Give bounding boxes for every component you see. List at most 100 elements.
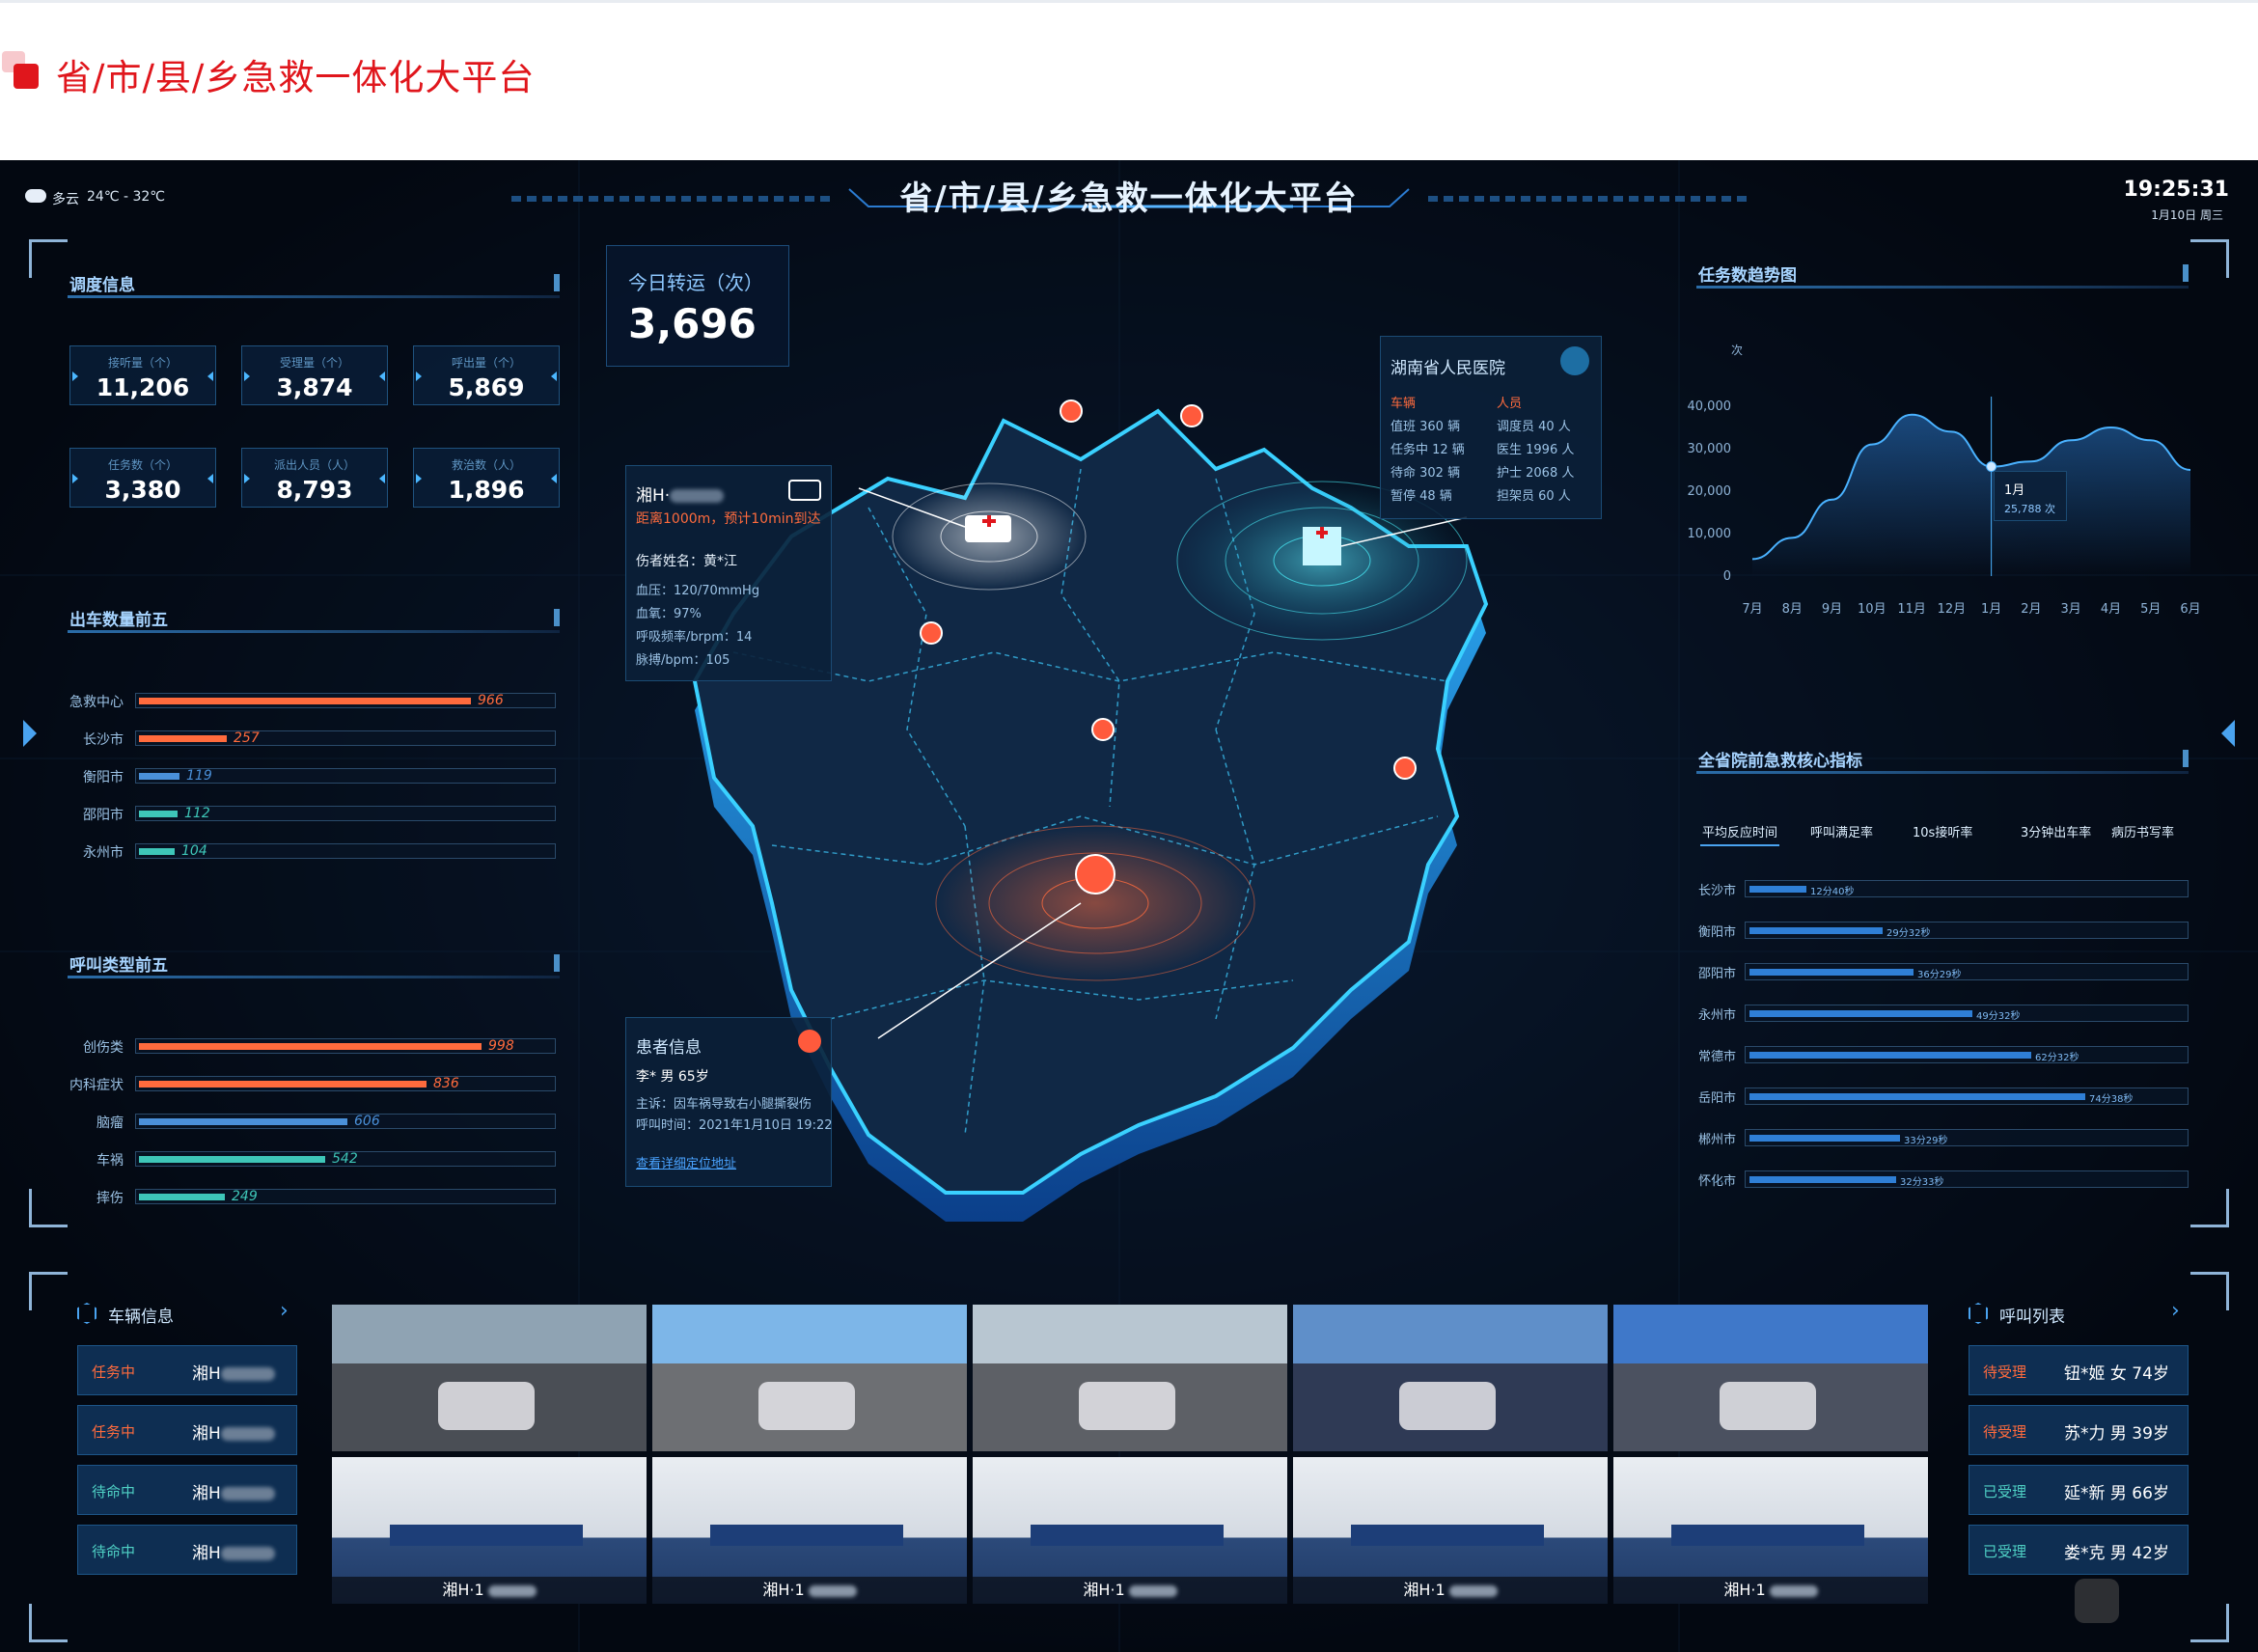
- hospital-staff-header: 人员: [1497, 397, 1523, 411]
- kpi-title: 全省院前急救核心指标: [1698, 752, 1862, 771]
- call-row[interactable]: 待受理 苏*力 男 39岁: [1969, 1405, 2189, 1455]
- bar-fill: [139, 773, 179, 780]
- kpi-title-cap: [2183, 750, 2189, 767]
- right-nav-arrow[interactable]: [2221, 720, 2235, 747]
- stretcher-bed: [1031, 1525, 1224, 1546]
- hospital-vehicle-line: 值班 360 辆: [1391, 420, 1461, 434]
- hospital-name: 湖南省人民医院: [1391, 359, 1505, 378]
- calls-more-chevron-icon[interactable]: ›: [2171, 1299, 2180, 1323]
- kpi-city: 常德市: [1698, 1050, 1737, 1064]
- stat-treated: 救治数（人） 1,896: [413, 448, 560, 508]
- vehicles-more-chevron-icon[interactable]: ›: [280, 1299, 289, 1323]
- ambulance-spo2: 血氧：97%: [636, 607, 702, 621]
- stat-label: 呼出量（个）: [451, 356, 521, 370]
- x-tick-label: 9月: [1822, 602, 1842, 617]
- kpi-fill: [1749, 927, 1883, 934]
- kpi-city: 邵阳市: [1698, 967, 1737, 981]
- kpi-tab[interactable]: 病历书写率: [2109, 818, 2176, 844]
- plate-blur: [220, 1487, 275, 1501]
- kpi-track: 12分40秒: [1745, 880, 2189, 897]
- kpi-value: 74分38秒: [2089, 1094, 2134, 1105]
- bar-value: 112: [184, 806, 210, 821]
- vehicle-plate-text: 湘H: [192, 1484, 221, 1503]
- kpi-value: 33分29秒: [1904, 1136, 1948, 1146]
- kpi-tab[interactable]: 10s接听率: [1911, 818, 1974, 844]
- today-transfer-label: 今日转运（次）: [628, 271, 763, 294]
- road-camera-feed[interactable]: [1293, 1305, 1608, 1451]
- ambulance-plate: 湘H·: [636, 482, 725, 506]
- tick-icon: [551, 372, 557, 381]
- vehicle-row[interactable]: 待命中 湘H: [77, 1465, 297, 1515]
- dispatch-title-cap: [554, 274, 560, 291]
- clock-date: 1月10日 周三: [2151, 208, 2223, 222]
- top-dispatch-title-cap: [554, 609, 560, 626]
- bar-label: 车祸: [96, 1153, 124, 1169]
- hospital-vehicle-line: 待命 302 辆: [1391, 466, 1461, 481]
- vehicle-silhouette: [438, 1382, 535, 1430]
- vehicle-row[interactable]: 任务中 湘H: [77, 1345, 297, 1395]
- kpi-tab[interactable]: 3分钟出车率: [2019, 818, 2093, 844]
- cabin-camera-feed[interactable]: 湘H·1: [652, 1457, 967, 1604]
- bar-value: 249: [232, 1189, 258, 1204]
- map-pin-icon: [920, 621, 943, 645]
- trend-tooltip-value: 25,788 次: [2004, 503, 2055, 515]
- kpi-value: 32分33秒: [1900, 1177, 1944, 1188]
- call-row[interactable]: 已受理 娄*克 男 42岁: [1969, 1525, 2189, 1575]
- road-camera-feed[interactable]: [652, 1305, 967, 1451]
- top-dispatch-title: 出车数量前五: [69, 611, 168, 630]
- road-camera-feed[interactable]: [973, 1305, 1287, 1451]
- y-tick-label: 10,000: [1688, 527, 1732, 541]
- cabin-camera-feed[interactable]: 湘H·1: [1293, 1457, 1608, 1604]
- x-tick-label: 10月: [1858, 602, 1886, 617]
- tick-icon: [72, 474, 78, 483]
- vehicle-plate: 湘H: [192, 1360, 275, 1384]
- kpi-more[interactable]: ……: [1708, 1171, 1731, 1185]
- kpi-tab[interactable]: 呼叫满足率: [1808, 818, 1875, 844]
- patient-pin-badge-icon: [798, 1030, 821, 1053]
- cabin-camera-feed[interactable]: 湘H·1: [1613, 1457, 1928, 1604]
- vehicle-status: 待命中: [92, 1543, 136, 1560]
- kpi-fill: [1749, 969, 1914, 976]
- bar-track: 257: [135, 730, 556, 746]
- video-plate-text: 湘H·1: [1723, 1581, 1766, 1599]
- kpi-tab[interactable]: 平均反应时间: [1700, 818, 1780, 846]
- vehicle-plate-text: 湘H: [192, 1364, 221, 1384]
- kpi-track: 33分29秒: [1745, 1129, 2189, 1146]
- call-row[interactable]: 待受理 钮*姬 女 74岁: [1969, 1345, 2189, 1395]
- hospital-badge-icon: [1560, 346, 1589, 375]
- kpi-fill: [1749, 1176, 1896, 1183]
- video-plate-label: 湘H·1: [332, 1577, 647, 1604]
- x-tick-label: 11月: [1897, 602, 1926, 617]
- floating-assist-icon[interactable]: [2075, 1579, 2119, 1623]
- bar-label: 急救中心: [69, 695, 124, 710]
- bar-value: 836: [433, 1076, 459, 1091]
- vehicle-plate: 湘H: [192, 1479, 275, 1503]
- road-camera-feed[interactable]: [332, 1305, 647, 1451]
- vehicle-row[interactable]: 任务中 湘H: [77, 1405, 297, 1455]
- weather-temp: 24℃ - 32℃: [87, 189, 166, 205]
- bar-track: 249: [135, 1189, 556, 1204]
- frame-corner-tl: [29, 239, 68, 278]
- tick-icon: [551, 474, 557, 483]
- trend-title: 任务数趋势图: [1698, 266, 1797, 286]
- x-tick-label: 4月: [2101, 602, 2121, 617]
- page-header: 省/市/县/乡急救一体化大平台: [0, 0, 2258, 160]
- cabin-camera-feed[interactable]: 湘H·1: [332, 1457, 647, 1604]
- patient-location-link[interactable]: 查看详细定位地址: [636, 1153, 736, 1171]
- tick-icon: [244, 372, 250, 381]
- video-plate-text: 湘H·1: [1083, 1581, 1125, 1599]
- left-nav-arrow[interactable]: [23, 720, 37, 747]
- call-row[interactable]: 已受理 延*新 男 66岁: [1969, 1465, 2189, 1515]
- kpi-value: 36分29秒: [1917, 970, 1962, 980]
- dispatch-title: 调度信息: [69, 276, 135, 295]
- bar-fill: [139, 1156, 325, 1163]
- tick-icon: [244, 474, 250, 483]
- road-camera-feed[interactable]: [1613, 1305, 1928, 1451]
- cabin-camera-feed[interactable]: 湘H·1: [973, 1457, 1287, 1604]
- kpi-fill: [1749, 886, 1806, 893]
- trend-chart: 0 10,000 20,000 30,000 40,000 7月 8月 9月 10月 11月 12月…: [1688, 397, 2200, 617]
- top-calls-title-line: [68, 976, 560, 978]
- kpi-value: 62分32秒: [2035, 1053, 2079, 1063]
- vehicle-row[interactable]: 待命中 湘H: [77, 1525, 297, 1575]
- tick-icon: [72, 372, 78, 381]
